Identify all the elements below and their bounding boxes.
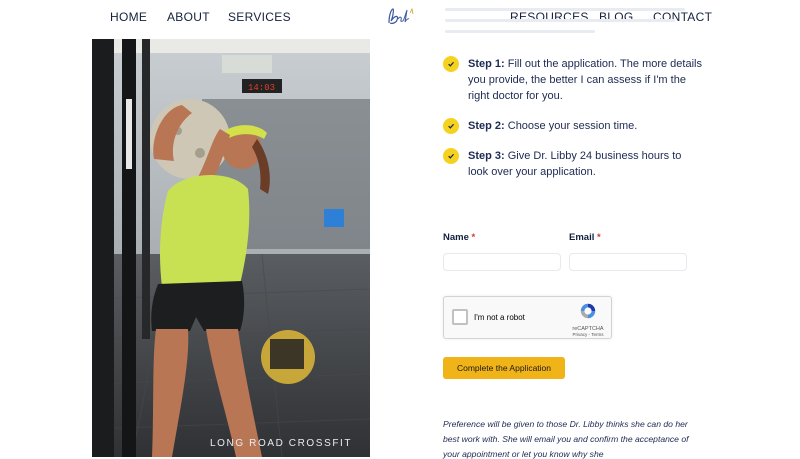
step-item: Step 3: Give Dr. Libby 24 business hours… xyxy=(443,148,703,180)
hero-photo: 14:03 LONG ROAD CROSSFIT xyxy=(92,39,370,457)
application-steps: Step 1: Fill out the application. The mo… xyxy=(443,56,703,194)
name-input[interactable] xyxy=(443,253,561,271)
nav-services-link[interactable]: SERVICES xyxy=(228,10,291,24)
cropped-intro-text xyxy=(445,0,695,40)
nav-about-link[interactable]: ABOUT xyxy=(167,10,210,24)
checkmark-icon xyxy=(443,118,459,134)
step-label: Step 2: xyxy=(468,120,505,132)
preference-note: Preference will be given to those Dr. Li… xyxy=(443,419,689,459)
email-input[interactable] xyxy=(569,253,687,271)
required-marker: * xyxy=(597,232,601,243)
gym-scene-illustration: 14:03 xyxy=(92,39,370,457)
complete-application-button[interactable]: Complete the Application xyxy=(443,357,565,379)
step-text: Choose your session time. xyxy=(504,120,638,132)
recaptcha-label: I'm not a robot xyxy=(474,313,525,322)
recaptcha-links[interactable]: Privacy - Terms xyxy=(571,332,605,337)
site-logo[interactable] xyxy=(383,5,417,29)
svg-text:14:03: 14:03 xyxy=(248,83,275,93)
checkmark-icon xyxy=(443,56,459,72)
name-label: Name * xyxy=(443,232,475,243)
recaptcha-checkbox[interactable] xyxy=(452,309,468,325)
step-label: Step 1: xyxy=(468,58,505,70)
required-marker: * xyxy=(471,232,476,243)
step-item: Step 2: Choose your session time. xyxy=(443,118,703,134)
photo-caption: LONG ROAD CROSSFIT xyxy=(210,438,353,449)
step-item: Step 1: Fill out the application. The mo… xyxy=(443,56,703,104)
nav-home-link[interactable]: HOME xyxy=(110,10,147,24)
email-label-text: Email xyxy=(569,232,595,243)
email-label: Email * xyxy=(569,232,601,243)
checkmark-icon xyxy=(443,148,459,164)
recaptcha-logo-icon xyxy=(580,303,596,319)
step-label: Step 3: xyxy=(468,150,505,162)
name-label-text: Name xyxy=(443,232,469,243)
recaptcha-brand: reCAPTCHA Privacy - Terms xyxy=(571,302,605,337)
recaptcha-widget: I'm not a robot reCAPTCHA Privacy - Term… xyxy=(443,296,612,339)
